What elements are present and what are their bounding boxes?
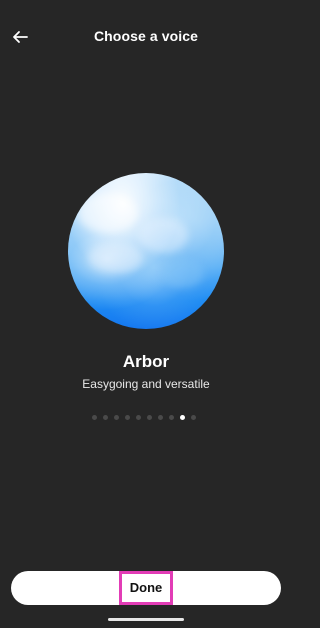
done-button[interactable]: Done: [11, 571, 281, 605]
page-dot[interactable]: [169, 415, 174, 420]
home-indicator[interactable]: [108, 618, 184, 621]
page-title: Choose a voice: [93, 28, 199, 44]
page-dot[interactable]: [158, 415, 163, 420]
page-dot[interactable]: [114, 415, 119, 420]
page-dot[interactable]: [103, 415, 108, 420]
voice-name: Arbor: [122, 352, 170, 371]
voice-orb[interactable]: [68, 173, 224, 329]
page-dot[interactable]: [92, 415, 97, 420]
header: Choose a voice: [0, 18, 292, 56]
done-button-label: Done: [118, 571, 174, 605]
page-dot[interactable]: [147, 415, 152, 420]
page-dot-active[interactable]: [180, 415, 185, 420]
page-dot[interactable]: [191, 415, 196, 420]
orb-wisp: [78, 193, 138, 233]
voice-description: Easygoing and versatile: [82, 377, 210, 391]
page-dot[interactable]: [136, 415, 141, 420]
orb-wisp: [163, 258, 203, 288]
page-dot[interactable]: [125, 415, 130, 420]
orb-wisp: [138, 218, 188, 253]
orb-wisp: [88, 243, 143, 273]
page-indicator[interactable]: [92, 415, 196, 420]
